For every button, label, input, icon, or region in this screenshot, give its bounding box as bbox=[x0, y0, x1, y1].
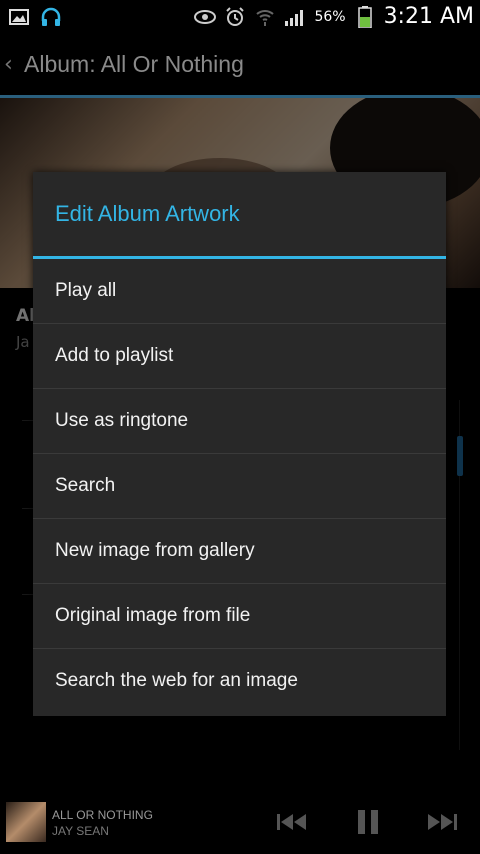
eye-icon bbox=[194, 8, 217, 26]
battery-percent: 56% bbox=[314, 8, 346, 25]
mini-player[interactable]: ALL OR NOTHING JAY SEAN bbox=[0, 790, 480, 854]
menu-item-original-image-from-file[interactable]: Original image from file bbox=[33, 584, 446, 649]
status-bar: 56% 3:21 AM bbox=[0, 0, 480, 33]
mini-player-album-art[interactable] bbox=[6, 802, 46, 842]
menu-item-new-image-from-gallery[interactable]: New image from gallery bbox=[33, 519, 446, 584]
menu-item-search[interactable]: Search bbox=[33, 454, 446, 519]
alarm-icon bbox=[224, 6, 246, 26]
action-bar: ‹ Album: All Or Nothing bbox=[0, 33, 480, 95]
mini-player-title: ALL OR NOTHING bbox=[52, 808, 153, 822]
image-icon bbox=[8, 8, 30, 26]
back-chevron-icon[interactable]: ‹ bbox=[4, 52, 24, 77]
pause-icon[interactable] bbox=[348, 810, 388, 834]
page-title[interactable]: Album: All Or Nothing bbox=[24, 51, 244, 78]
clock: 3:21 AM bbox=[383, 4, 474, 29]
signal-icon bbox=[284, 8, 306, 26]
battery-icon bbox=[354, 5, 376, 28]
headphones-icon bbox=[40, 7, 62, 26]
previous-track-icon[interactable] bbox=[272, 810, 312, 834]
dialog-title: Edit Album Artwork bbox=[55, 201, 240, 226]
menu-item-add-to-playlist[interactable]: Add to playlist bbox=[33, 324, 446, 389]
next-track-icon[interactable] bbox=[422, 810, 462, 834]
menu-item-use-as-ringtone[interactable]: Use as ringtone bbox=[33, 389, 446, 454]
wifi-icon bbox=[254, 8, 276, 26]
mini-player-artist: JAY SEAN bbox=[52, 824, 109, 838]
menu-item-play-all[interactable]: Play all bbox=[33, 259, 446, 324]
edit-album-artwork-dialog: Edit Album Artwork Play all Add to playl… bbox=[33, 172, 446, 716]
menu-item-search-web-for-image[interactable]: Search the web for an image bbox=[33, 649, 446, 713]
